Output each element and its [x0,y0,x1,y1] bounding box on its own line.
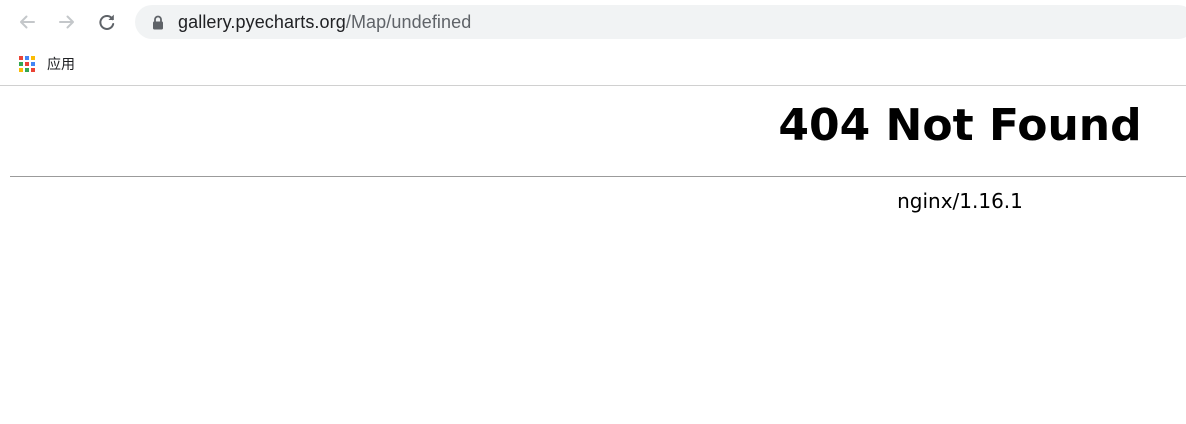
browser-toolbar: gallery.pyecharts.org/Map/undefined [0,0,1186,44]
arrow-right-icon [59,15,74,29]
reload-icon [99,14,115,30]
horizontal-rule [10,176,1186,177]
apps-shortcut[interactable]: 应用 [19,54,75,74]
apps-label: 应用 [47,57,75,73]
page-content: 404 Not Found nginx/1.16.1 [0,86,1186,424]
apps-grid-icon [19,56,35,72]
url-text[interactable]: gallery.pyecharts.org/Map/undefined [178,12,471,33]
server-signature: nginx/1.16.1 [897,189,1023,213]
forward-button[interactable] [52,7,82,37]
page-title: 404 Not Found [778,100,1142,151]
arrow-left-icon [20,15,35,29]
address-bar[interactable]: gallery.pyecharts.org/Map/undefined [135,5,1186,39]
bookmarks-bar: 应用 [0,44,1186,86]
url-path: /Map/undefined [345,11,472,32]
url-host: gallery.pyecharts.org [178,11,346,32]
lock-icon[interactable] [151,14,165,30]
reload-button[interactable] [92,7,122,37]
back-button[interactable] [12,7,42,37]
